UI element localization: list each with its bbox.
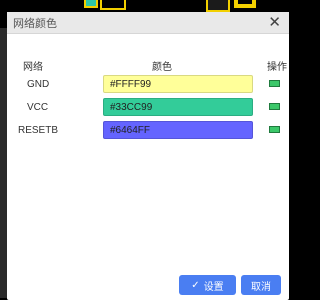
color-swatch-input[interactable]: #33CC99 xyxy=(103,98,253,116)
pcb-pad xyxy=(84,0,98,8)
pcb-component xyxy=(206,0,230,12)
color-swatch-input[interactable]: #FFFF99 xyxy=(103,75,253,93)
net-name: GND xyxy=(27,79,50,90)
table-row: VCC #33CC99 xyxy=(7,98,289,118)
dialog-titlebar: 网络颜色 ✕ xyxy=(7,12,289,34)
net-name: RESETB xyxy=(18,125,59,136)
dialog-footer: ✓ 设置 取消 xyxy=(7,270,289,300)
pcb-component-hole xyxy=(238,0,252,4)
set-button-label: 设置 xyxy=(203,281,224,293)
color-chip-icon[interactable] xyxy=(269,126,280,133)
column-header-action: 操作 xyxy=(267,62,287,73)
color-chip-icon[interactable] xyxy=(269,80,280,87)
color-swatch-input[interactable]: #6464FF xyxy=(103,121,253,139)
net-color-dialog: 网络颜色 ✕ 网络 颜色 操作 GND #FFFF99 VCC #33CC99 … xyxy=(7,12,289,300)
set-button[interactable]: ✓ 设置 xyxy=(179,275,236,295)
color-chip-icon[interactable] xyxy=(269,103,280,110)
cancel-button[interactable]: 取消 xyxy=(241,275,281,295)
column-header-color: 颜色 xyxy=(152,62,172,73)
table-row: RESETB #6464FF xyxy=(7,121,289,141)
column-header-net: 网络 xyxy=(23,62,43,73)
table-row: GND #FFFF99 xyxy=(7,75,289,95)
close-icon[interactable]: ✕ xyxy=(268,15,281,30)
canvas-edge xyxy=(0,28,7,298)
net-name: VCC xyxy=(27,102,49,113)
check-icon: ✓ xyxy=(191,279,200,291)
pcb-outline xyxy=(100,0,126,10)
dialog-title: 网络颜色 xyxy=(13,17,57,30)
